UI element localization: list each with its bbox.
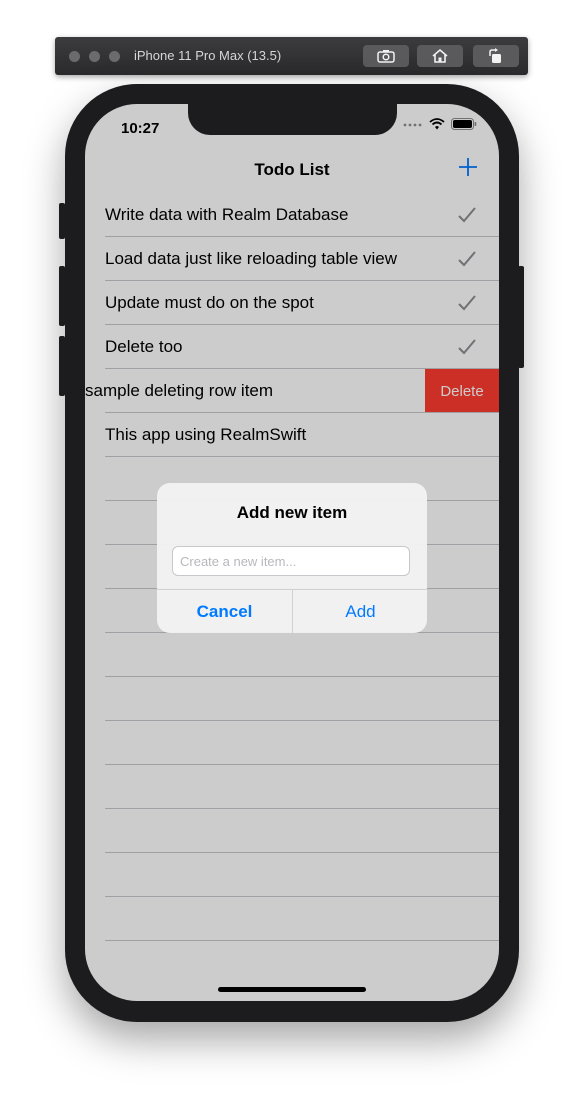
mute-switch [59, 203, 65, 239]
window-minimize-dot[interactable] [89, 51, 100, 62]
screenshot-icon [377, 50, 395, 63]
add-item-alert: Add new item Cancel Add [157, 483, 427, 633]
side-power-button [518, 266, 524, 368]
screenshot-button[interactable] [363, 45, 409, 67]
rotate-button[interactable] [473, 45, 519, 67]
volume-up-button [59, 266, 65, 326]
phone-screen: 10:27 Todo List Write data with Realm Da… [85, 104, 499, 1001]
new-item-input[interactable] [172, 546, 410, 576]
home-button[interactable] [417, 45, 463, 67]
volume-down-button [59, 336, 65, 396]
simulator-toolbar: iPhone 11 Pro Max (13.5) [55, 37, 528, 75]
home-icon [432, 48, 448, 63]
cancel-button[interactable]: Cancel [157, 590, 292, 633]
simulator-title: iPhone 11 Pro Max (13.5) [134, 48, 282, 63]
rotate-icon [489, 48, 501, 63]
window-close-dot[interactable] [69, 51, 80, 62]
alert-title: Add new item [236, 503, 348, 522]
notch [188, 104, 397, 135]
home-indicator [218, 987, 366, 992]
add-button[interactable]: Add [293, 590, 427, 633]
window-zoom-dot[interactable] [109, 51, 120, 62]
